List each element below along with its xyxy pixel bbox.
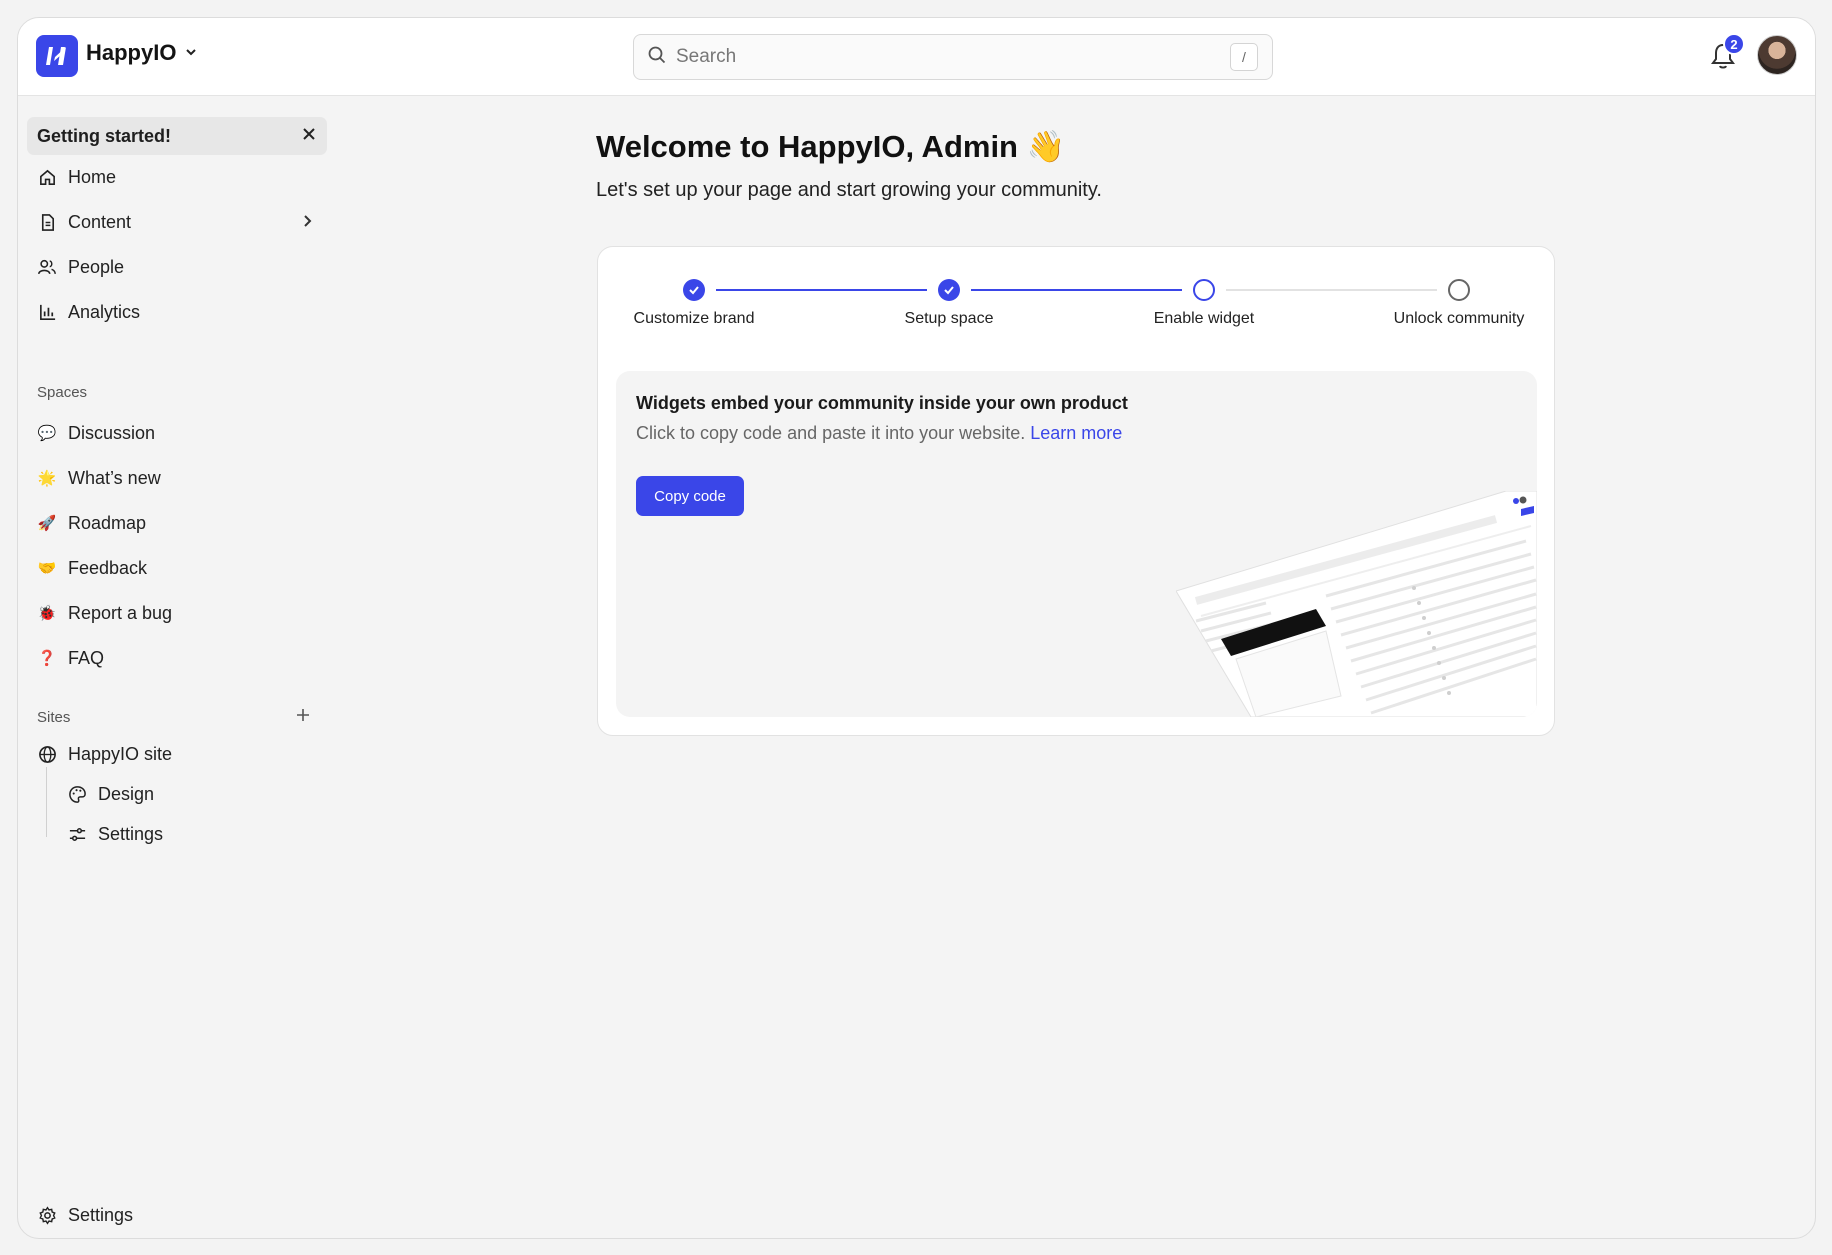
- widget-description: Click to copy code and paste it into you…: [636, 423, 1122, 444]
- page-subtitle: Let's set up your page and start growing…: [596, 179, 1102, 201]
- step-label: Enable widget: [1153, 310, 1255, 327]
- user-avatar[interactable]: [1757, 35, 1797, 75]
- widget-step-panel: Widgets embed your community inside your…: [616, 371, 1537, 717]
- step-customize-brand[interactable]: Customize brand: [594, 279, 794, 328]
- step-label: Setup space: [904, 310, 994, 327]
- step-enable-widget[interactable]: Enable widget: [1104, 279, 1304, 328]
- widget-heading: Widgets embed your community inside your…: [636, 393, 1128, 413]
- step-setup-space[interactable]: Setup space: [849, 279, 1049, 328]
- app-window: HappyIO Search / 2 Getting started! Home…: [17, 17, 1816, 1239]
- learn-more-link[interactable]: Learn more: [1030, 423, 1122, 443]
- step-indicator-pending: [1448, 279, 1470, 301]
- step-unlock-community[interactable]: Unlock community: [1359, 279, 1559, 328]
- widget-preview-illustration: [1176, 491, 1537, 717]
- page-title: Welcome to HappyIO, Admin 👋: [596, 129, 1066, 164]
- checkmark-icon: [683, 279, 705, 301]
- search-placeholder: Search: [676, 46, 737, 67]
- onboarding-card: Customize brand Setup space Enable widge…: [597, 246, 1555, 736]
- chevron-down-icon: [184, 45, 198, 62]
- notification-badge: 2: [1723, 33, 1745, 55]
- search-icon: [648, 46, 666, 69]
- top-bar: HappyIO Search / 2: [18, 18, 1815, 96]
- brand-name: HappyIO: [86, 40, 177, 65]
- step-label: Customize brand: [633, 310, 755, 327]
- workspace-switcher[interactable]: HappyIO: [86, 40, 198, 66]
- copy-code-button[interactable]: Copy code: [636, 476, 744, 516]
- happyio-logo-icon[interactable]: [36, 35, 78, 77]
- search-shortcut-key: /: [1230, 43, 1258, 71]
- search-input[interactable]: Search /: [633, 34, 1273, 80]
- step-indicator-current: [1193, 279, 1215, 301]
- widget-description-text: Click to copy code and paste it into you…: [636, 423, 1026, 443]
- checkmark-icon: [938, 279, 960, 301]
- step-label: Unlock community: [1393, 310, 1525, 327]
- main-content: Welcome to HappyIO, Admin 👋 Let's set up…: [18, 96, 1815, 1238]
